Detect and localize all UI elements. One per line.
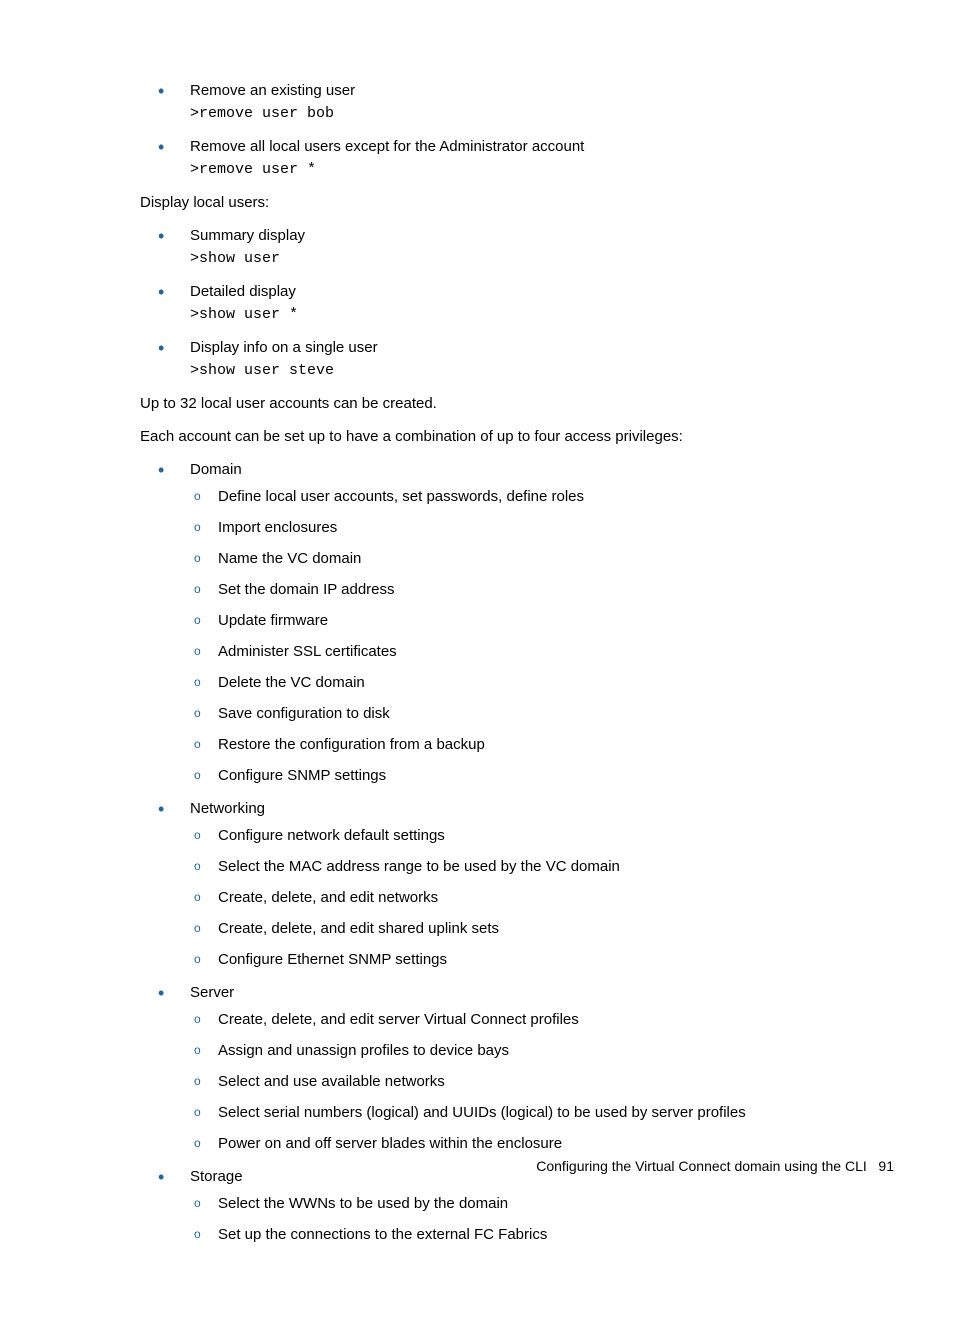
sublist-item: Power on and off server blades within th… (190, 1133, 854, 1154)
list-item: Remove an existing user >remove user bob (140, 80, 854, 124)
sublist-item: Administer SSL certificates (190, 641, 854, 662)
footer-text: Configuring the Virtual Connect domain u… (536, 1158, 867, 1174)
sublist-item: Configure network default settings (190, 825, 854, 846)
sublist-item: Import enclosures (190, 517, 854, 538)
paragraph: Each account can be set up to have a com… (140, 426, 854, 447)
display-user-list: Summary display >show user Detailed disp… (140, 225, 854, 381)
item-text: Remove all local users except for the Ad… (190, 136, 854, 157)
sublist-item: Delete the VC domain (190, 672, 854, 693)
privilege-server: Server Create, delete, and edit server V… (140, 982, 854, 1154)
item-text: Remove an existing user (190, 80, 854, 101)
document-page: Remove an existing user >remove user bob… (0, 0, 954, 1317)
sublist-item: Configure Ethernet SNMP settings (190, 949, 854, 970)
privilege-name: Domain (190, 459, 854, 480)
page-footer: Configuring the Virtual Connect domain u… (536, 1157, 894, 1177)
sublist-item: Select the MAC address range to be used … (190, 856, 854, 877)
sublist-item: Define local user accounts, set password… (190, 486, 854, 507)
sublist-item: Save configuration to disk (190, 703, 854, 724)
privilege-sublist: Select the WWNs to be used by the domain… (190, 1193, 854, 1245)
list-item: Summary display >show user (140, 225, 854, 269)
sublist-item: Name the VC domain (190, 548, 854, 569)
privilege-sublist: Define local user accounts, set password… (190, 486, 854, 786)
item-command: >show user * (190, 304, 854, 325)
sublist-item: Create, delete, and edit server Virtual … (190, 1009, 854, 1030)
item-command: >show user (190, 248, 854, 269)
paragraph: Display local users: (140, 192, 854, 213)
sublist-item: Set the domain IP address (190, 579, 854, 600)
sublist-item: Assign and unassign profiles to device b… (190, 1040, 854, 1061)
sublist-item: Select serial numbers (logical) and UUID… (190, 1102, 854, 1123)
list-item: Display info on a single user >show user… (140, 337, 854, 381)
item-command: >show user steve (190, 360, 854, 381)
privilege-name: Networking (190, 798, 854, 819)
page-number: 91 (878, 1158, 894, 1174)
privilege-name: Server (190, 982, 854, 1003)
list-item: Remove all local users except for the Ad… (140, 136, 854, 180)
item-text: Display info on a single user (190, 337, 854, 358)
privilege-sublist: Create, delete, and edit server Virtual … (190, 1009, 854, 1154)
privilege-storage: Storage Select the WWNs to be used by th… (140, 1166, 854, 1245)
sublist-item: Select and use available networks (190, 1071, 854, 1092)
sublist-item: Create, delete, and edit shared uplink s… (190, 918, 854, 939)
list-item: Detailed display >show user * (140, 281, 854, 325)
sublist-item: Create, delete, and edit networks (190, 887, 854, 908)
sublist-item: Update firmware (190, 610, 854, 631)
item-text: Summary display (190, 225, 854, 246)
privilege-domain: Domain Define local user accounts, set p… (140, 459, 854, 786)
item-command: >remove user * (190, 159, 854, 180)
sublist-item: Configure SNMP settings (190, 765, 854, 786)
privilege-list: Domain Define local user accounts, set p… (140, 459, 854, 1245)
privilege-sublist: Configure network default settings Selec… (190, 825, 854, 970)
sublist-item: Restore the configuration from a backup (190, 734, 854, 755)
paragraph: Up to 32 local user accounts can be crea… (140, 393, 854, 414)
sublist-item: Select the WWNs to be used by the domain (190, 1193, 854, 1214)
item-text: Detailed display (190, 281, 854, 302)
item-command: >remove user bob (190, 103, 854, 124)
remove-user-list: Remove an existing user >remove user bob… (140, 80, 854, 180)
privilege-networking: Networking Configure network default set… (140, 798, 854, 970)
